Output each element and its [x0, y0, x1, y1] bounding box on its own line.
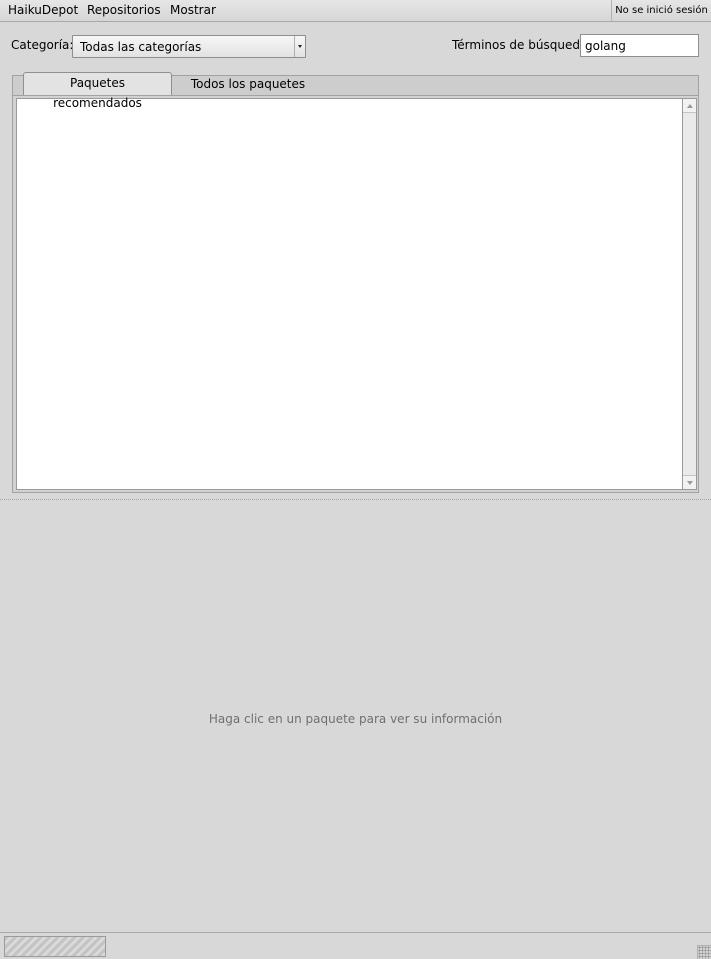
category-selected-value: Todas las categorías	[80, 40, 202, 54]
resize-grip-icon[interactable]	[697, 945, 711, 959]
tab-panel	[12, 95, 699, 493]
work-progress-bar	[4, 936, 106, 957]
package-info-area: Haga clic en un paquete para ver su info…	[0, 502, 711, 932]
haikudepot-window: HaikuDepot Repositorios Mostrar No se in…	[0, 0, 711, 959]
menu-haikudepot[interactable]: HaikuDepot	[8, 3, 78, 17]
search-terms-label: Términos de búsqueda	[452, 38, 588, 52]
status-bar	[0, 932, 711, 959]
chevron-down-icon	[294, 36, 305, 57]
tab-all-packages[interactable]: Todos los paquetes	[178, 75, 318, 95]
search-input[interactable]	[580, 34, 699, 57]
package-list-scrollbar[interactable]	[682, 98, 697, 490]
package-info-empty-message: Haga clic en un paquete para ver su info…	[208, 712, 503, 726]
category-label: Categoría:	[11, 38, 74, 52]
package-list[interactable]	[16, 98, 683, 490]
tab-recommended-packages[interactable]: Paquetes recomendados	[23, 72, 172, 110]
scroll-down-arrow-icon[interactable]	[683, 475, 696, 489]
menu-mostrar[interactable]: Mostrar	[170, 3, 216, 17]
category-dropdown[interactable]: Todas las categorías	[72, 35, 306, 58]
login-status-button[interactable]: No se inició sesión	[611, 0, 711, 21]
scroll-up-arrow-icon[interactable]	[683, 99, 696, 113]
menu-bar: HaikuDepot Repositorios Mostrar No se in…	[0, 0, 711, 22]
menu-repositorios[interactable]: Repositorios	[87, 3, 161, 17]
